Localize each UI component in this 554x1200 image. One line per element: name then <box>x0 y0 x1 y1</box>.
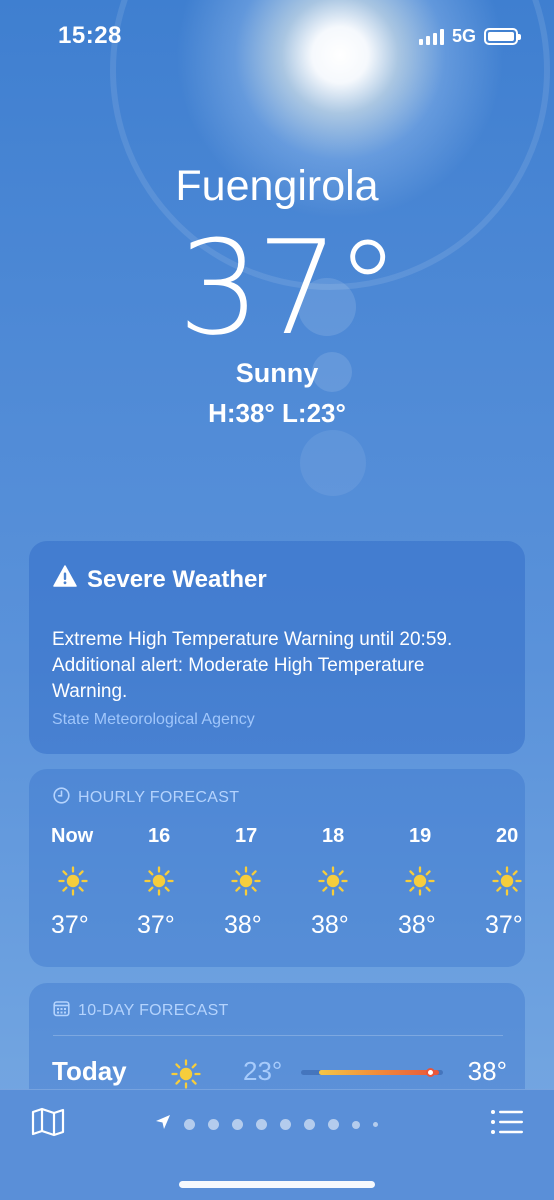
sun-icon <box>491 865 523 902</box>
network-type: 5G <box>451 26 476 46</box>
page-dot <box>280 1119 291 1130</box>
home-indicator[interactable] <box>179 1181 375 1188</box>
hour-time: 17 <box>235 825 258 847</box>
current-temp-marker <box>426 1068 435 1077</box>
high-low: H:38° L:23° <box>208 398 346 428</box>
hour-temp: 37° <box>485 911 523 939</box>
warning-triangle-icon <box>53 565 77 594</box>
day-low: 23° <box>243 1056 283 1086</box>
battery-icon <box>484 28 521 45</box>
hour-item: Now 37° <box>51 825 111 939</box>
hour-time: Now <box>51 825 94 847</box>
sun-icon <box>143 865 175 902</box>
hour-item: 17 38° <box>224 825 284 939</box>
hourly-forecast-label: HOURLY FORECAST <box>78 789 240 806</box>
clock-icon <box>53 787 70 809</box>
ten-day-label: 10-DAY FORECAST <box>78 1002 229 1019</box>
sun-icon <box>404 865 436 902</box>
city-name: Fuengirola <box>175 162 379 210</box>
alert-title-row: Severe Weather <box>53 565 267 594</box>
current-condition: Sunny <box>235 358 319 388</box>
calendar-icon <box>53 1000 70 1022</box>
page-dot <box>208 1119 219 1130</box>
temperature-range-fill <box>319 1070 439 1075</box>
hour-temp: 38° <box>398 911 436 939</box>
hourly-forecast-header: HOURLY FORECAST <box>53 787 239 809</box>
signal-icon <box>418 28 444 45</box>
hour-item: 20 37° <box>485 825 525 939</box>
page-indicator[interactable] <box>155 1114 378 1135</box>
alert-body: Extreme High Temperature Warning until 2… <box>52 629 453 702</box>
page-dot <box>256 1119 267 1130</box>
sun-icon <box>230 865 262 902</box>
page-dot <box>328 1119 339 1130</box>
page-dot <box>304 1119 315 1130</box>
hour-time: 16 <box>148 825 171 847</box>
hour-temp: 37° <box>51 911 89 939</box>
status-indicators: 5G <box>418 26 521 47</box>
hour-temp: 38° <box>224 911 262 939</box>
severe-weather-card[interactable]: Severe Weather Extreme High Temperature … <box>29 541 525 754</box>
day-row-today[interactable]: Today 23° 38° <box>52 1056 507 1090</box>
list-icon[interactable] <box>490 1108 524 1141</box>
hourly-forecast-card[interactable]: HOURLY FORECAST Now 37° 16 37° 17 38° 18… <box>29 769 525 967</box>
page-dot <box>232 1119 243 1130</box>
hour-item: 19 38° <box>398 825 458 939</box>
hourly-scroller[interactable]: Now 37° 16 37° 17 38° 18 38° 19 38° 20 3… <box>51 825 525 955</box>
sun-icon <box>57 865 89 902</box>
map-icon[interactable] <box>30 1106 66 1143</box>
current-temperature: 37° <box>177 212 400 364</box>
hour-time: 18 <box>322 825 345 847</box>
page-dot <box>373 1122 378 1127</box>
alert-title: Severe Weather <box>87 565 267 593</box>
sun-icon <box>317 865 349 902</box>
page-dot <box>352 1120 360 1129</box>
lens-flare <box>300 430 366 496</box>
hour-item: 16 37° <box>137 825 197 939</box>
day-high: 38° <box>467 1056 507 1086</box>
ten-day-header: 10-DAY FORECAST <box>53 1000 229 1022</box>
hour-time: 20 <box>496 825 519 847</box>
divider <box>53 1035 503 1036</box>
status-time: 15:28 <box>58 22 122 49</box>
hour-item: 18 38° <box>311 825 371 939</box>
page-dot <box>184 1119 195 1130</box>
hour-temp: 37° <box>137 911 175 939</box>
hour-temp: 38° <box>311 911 349 939</box>
temperature-range-bar <box>301 1068 443 1077</box>
alert-source[interactable]: State Meteorological Agency <box>52 711 255 729</box>
location-arrow-icon <box>155 1114 171 1135</box>
day-name: Today <box>52 1056 127 1086</box>
hour-time: 19 <box>409 825 432 847</box>
